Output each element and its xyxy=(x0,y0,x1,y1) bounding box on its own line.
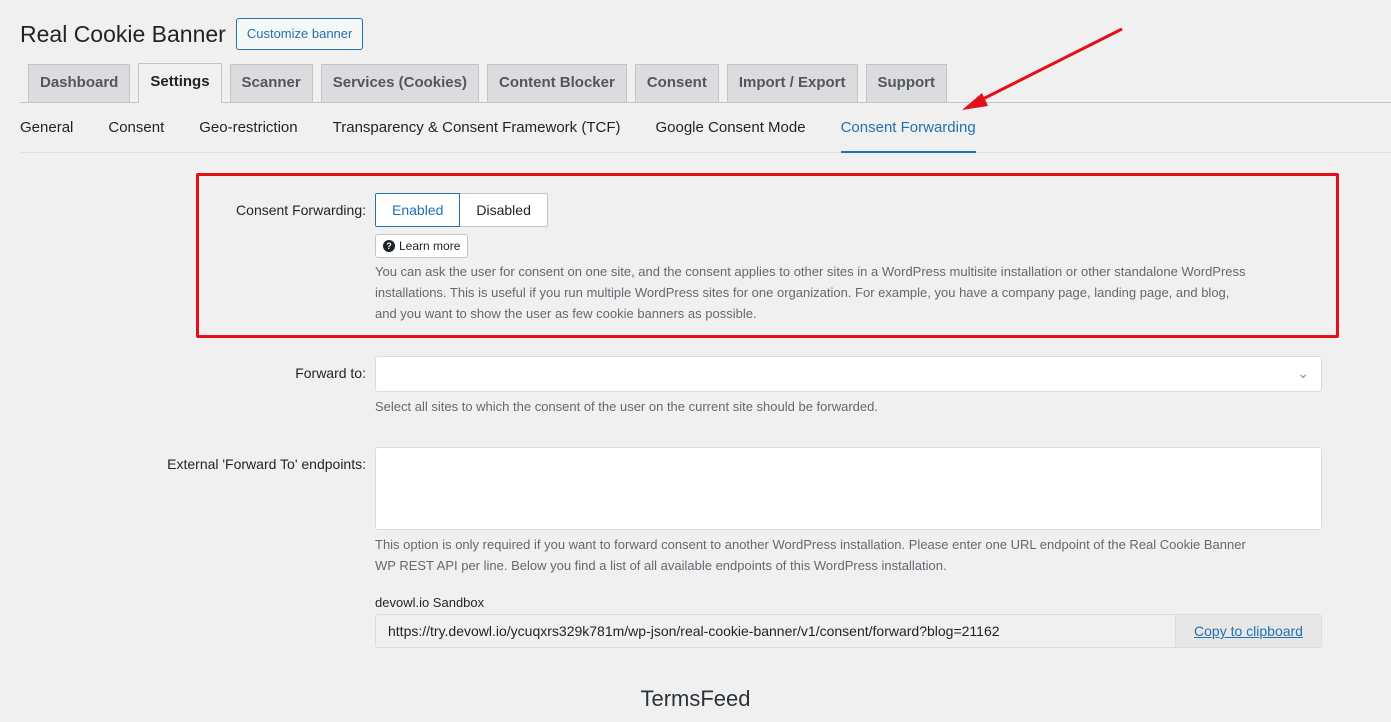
enabled-button[interactable]: Enabled xyxy=(375,193,461,227)
subtab-consent-forwarding[interactable]: Consent Forwarding xyxy=(840,103,976,153)
tab-services-cookies[interactable]: Services (Cookies) xyxy=(320,64,479,102)
description-line: This option is only required if you want… xyxy=(375,537,1246,552)
disabled-button[interactable]: Disabled xyxy=(460,193,548,227)
watermark: TermsFeed xyxy=(640,686,751,711)
settings-subtabs: General Consent Geo-restriction Transpar… xyxy=(20,103,1391,153)
forward-to-label: Forward to: xyxy=(295,365,366,381)
external-endpoints-description: This option is only required if you want… xyxy=(375,534,1246,576)
subtab-consent[interactable]: Consent xyxy=(108,103,164,153)
forward-to-select[interactable]: ⌄ xyxy=(375,356,1322,392)
page-title: Real Cookie Banner xyxy=(20,21,226,47)
subtab-google-consent-mode[interactable]: Google Consent Mode xyxy=(655,103,805,153)
copy-to-clipboard-button[interactable]: Copy to clipboard xyxy=(1175,615,1321,647)
endpoint-url-field: https://try.devowl.io/ycuqxrs329k781m/wp… xyxy=(375,614,1322,648)
description-line: You can ask the user for consent on one … xyxy=(375,264,1246,279)
external-endpoints-label: External 'Forward To' endpoints: xyxy=(167,456,366,472)
subtab-geo-restriction[interactable]: Geo-restriction xyxy=(199,103,297,153)
external-endpoints-textarea[interactable] xyxy=(375,447,1322,530)
main-nav-tabs: Dashboard Settings Scanner Services (Coo… xyxy=(20,63,1391,103)
learn-more-button[interactable]: ? Learn more xyxy=(375,234,469,258)
description-line: and you want to show the user as few coo… xyxy=(375,306,757,321)
tab-import-export[interactable]: Import / Export xyxy=(726,64,858,102)
consent-forwarding-label: Consent Forwarding: xyxy=(236,202,366,218)
chevron-down-icon: ⌄ xyxy=(1297,365,1309,381)
learn-more-label: Learn more xyxy=(399,239,461,253)
endpoint-url[interactable]: https://try.devowl.io/ycuqxrs329k781m/wp… xyxy=(376,615,1175,647)
tab-consent[interactable]: Consent xyxy=(634,64,719,102)
tab-settings[interactable]: Settings xyxy=(138,63,222,103)
question-icon: ? xyxy=(383,240,395,252)
consent-forwarding-description: You can ask the user for consent on one … xyxy=(375,261,1246,324)
page-header: Real Cookie Banner Customize banner xyxy=(20,18,364,50)
tab-content-blocker[interactable]: Content Blocker xyxy=(486,64,627,102)
tab-support[interactable]: Support xyxy=(865,64,948,102)
forward-to-description: Select all sites to which the consent of… xyxy=(375,399,878,414)
site-name-label: devowl.io Sandbox xyxy=(375,595,485,610)
tab-dashboard[interactable]: Dashboard xyxy=(28,64,131,102)
consent-forwarding-toggle: Enabled Disabled xyxy=(375,193,548,227)
subtab-general[interactable]: General xyxy=(20,103,73,153)
tab-scanner[interactable]: Scanner xyxy=(229,64,313,102)
customize-banner-button[interactable]: Customize banner xyxy=(235,18,364,50)
subtab-tcf[interactable]: Transparency & Consent Framework (TCF) xyxy=(333,103,621,153)
description-line: installations. This is useful if you run… xyxy=(375,285,1230,300)
description-line: WP REST API per line. Below you find a l… xyxy=(375,558,947,573)
